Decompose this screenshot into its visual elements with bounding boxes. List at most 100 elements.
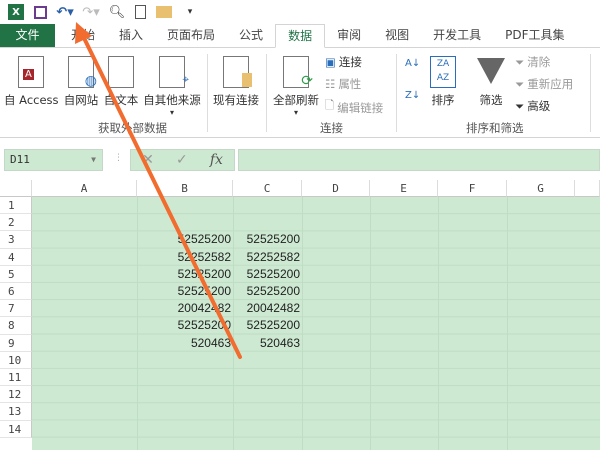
column-header-D[interactable]: D <box>302 180 370 197</box>
column-header-C[interactable]: C <box>233 180 302 197</box>
gridline <box>507 197 508 450</box>
row-header-8[interactable]: 8 <box>0 317 32 335</box>
formula-buttons: ✕ ✓ fx <box>130 149 235 171</box>
name-box[interactable]: D11 ▼ <box>4 149 103 171</box>
open-icon[interactable] <box>156 6 172 18</box>
existing-connections-button[interactable]: 现有连接 <box>210 56 262 108</box>
undo-icon[interactable]: ↶▾ <box>56 4 73 20</box>
tab-page-layout[interactable]: 页面布局 <box>155 24 227 47</box>
sort-button[interactable]: ZA AZ 排序 <box>425 56 461 108</box>
cell-B6[interactable]: 52525200 <box>137 283 233 300</box>
cell-B3[interactable]: 52525200 <box>137 231 233 248</box>
column-header-A[interactable]: A <box>32 180 137 197</box>
sort-descending-button[interactable]: Z↓ <box>405 90 420 101</box>
edit-links-button[interactable]: 🗋︎ 编辑链接 <box>325 98 383 117</box>
advanced-filter-icon: ⏷ <box>515 98 525 113</box>
tab-data[interactable]: 数据 <box>275 24 326 48</box>
from-text-button[interactable]: 自文本 <box>102 56 140 108</box>
tab-file[interactable]: 文件 <box>0 24 55 47</box>
cell-B7[interactable]: 20042482 <box>137 300 233 317</box>
cell-C8[interactable]: 52525200 <box>233 317 302 334</box>
tab-pdf-tools[interactable]: PDF工具集 <box>493 24 576 47</box>
group-label-sort-filter: 排序和筛选 <box>466 121 524 135</box>
properties-icon: ☷ <box>325 77 336 91</box>
row-header-3[interactable]: 3 <box>0 231 32 249</box>
redo-icon[interactable]: ↷▾ <box>82 4 99 20</box>
row-header-10[interactable]: 10 <box>0 351 32 369</box>
filter-icon <box>477 58 505 84</box>
customize-icon[interactable]: ▾ <box>182 4 198 20</box>
cell-C6[interactable]: 52525200 <box>233 283 302 300</box>
save-icon[interactable] <box>34 5 47 19</box>
row-header-7[interactable]: 7 <box>0 300 32 318</box>
column-header-E[interactable]: E <box>370 180 438 197</box>
new-icon[interactable] <box>135 5 146 19</box>
column-header-F[interactable]: F <box>438 180 507 197</box>
insert-function-button[interactable]: fx <box>210 152 223 168</box>
column-header-G[interactable]: G <box>507 180 575 197</box>
row-header-6[interactable]: 6 <box>0 283 32 301</box>
cell-B5[interactable]: 52525200 <box>137 266 233 283</box>
select-all-corner[interactable] <box>0 180 32 197</box>
cancel-icon[interactable]: ✕ <box>142 152 154 168</box>
enter-icon[interactable]: ✓ <box>176 152 188 168</box>
tab-review[interactable]: 审阅 <box>325 24 373 47</box>
sort-ascending-button[interactable]: A↓ <box>405 58 420 69</box>
separator <box>207 54 208 132</box>
row-header-12[interactable]: 12 <box>0 386 32 404</box>
sort-za-icon: Z↓ <box>405 90 421 101</box>
properties-button[interactable]: ☷ 属性 <box>325 76 361 92</box>
ribbon-tabs: 文件 开始 插入 页面布局 公式 数据 审阅 视图 开发工具 PDF工具集 <box>0 24 600 48</box>
cell-B4[interactable]: 52252582 <box>137 249 233 266</box>
refresh-all-button[interactable]: ⟳ 全部刷新 ▾ <box>270 56 322 117</box>
row-header-4[interactable]: 4 <box>0 248 32 266</box>
filter-button[interactable]: 筛选 <box>472 56 510 108</box>
advanced-button[interactable]: ⏷ 高级 <box>515 98 550 114</box>
cell-C5[interactable]: 52525200 <box>233 266 302 283</box>
access-icon: A <box>18 56 44 88</box>
formula-input[interactable] <box>238 149 600 171</box>
tab-developer[interactable]: 开发工具 <box>421 24 493 47</box>
cell-B8[interactable]: 52525200 <box>137 317 233 334</box>
separator <box>590 54 591 132</box>
from-access-button[interactable]: A 自 Access <box>4 56 59 108</box>
worksheet-grid: A B C D E F G 1 2 3 4 5 6 7 8 9 10 11 12 13 14 52525200 525252… <box>0 180 600 450</box>
tab-view[interactable]: 视图 <box>373 24 421 47</box>
cell-C3[interactable]: 52525200 <box>233 231 302 248</box>
row-header-1[interactable]: 1 <box>0 197 32 215</box>
row-header-13[interactable]: 13 <box>0 403 32 421</box>
cell-C9[interactable]: 520463 <box>233 335 302 352</box>
cell-C7[interactable]: 20042482 <box>233 300 302 317</box>
cell-B9[interactable]: 520463 <box>137 335 233 352</box>
column-header-next[interactable] <box>575 180 600 197</box>
tab-home[interactable]: 开始 <box>55 24 107 47</box>
row-header-2[interactable]: 2 <box>0 214 32 232</box>
text-file-icon <box>108 56 134 88</box>
clear-filter-icon: ⏷ <box>515 54 525 69</box>
row-header-5[interactable]: 5 <box>0 265 32 283</box>
reapply-icon: ⏷ <box>515 76 525 91</box>
row-header-9[interactable]: 9 <box>0 334 32 352</box>
from-web-button[interactable]: ◍ 自网站 <box>62 56 100 108</box>
from-other-sources-button[interactable]: ⌖ 自其他来源 ▾ <box>142 56 202 117</box>
cell-C4[interactable]: 52252582 <box>233 249 302 266</box>
gridline <box>302 197 303 450</box>
clear-button[interactable]: ⏷ 清除 <box>515 54 550 70</box>
tab-insert[interactable]: 插入 <box>107 24 155 47</box>
sort-az-icon: A↓ <box>405 58 421 69</box>
column-header-B[interactable]: B <box>137 180 233 197</box>
connections-button[interactable]: ▣ 连接 <box>325 54 362 70</box>
gridline <box>438 197 439 450</box>
quick-access-toolbar: X ↶▾ ↷▾ 🔍︎ ▾ <box>0 0 600 24</box>
separator <box>266 54 267 132</box>
existing-connections-icon <box>223 56 252 88</box>
other-sources-icon: ⌖ <box>159 56 189 88</box>
row-header-11[interactable]: 11 <box>0 369 32 387</box>
chevron-down-icon[interactable]: ▼ <box>91 150 96 170</box>
cells-area[interactable] <box>32 197 600 450</box>
gridline <box>370 197 371 450</box>
row-header-14[interactable]: 14 <box>0 420 32 438</box>
reapply-button[interactable]: ⏷ 重新应用 <box>515 76 573 92</box>
print-preview-icon[interactable]: 🔍︎ <box>109 4 126 20</box>
tab-formulas[interactable]: 公式 <box>227 24 275 47</box>
